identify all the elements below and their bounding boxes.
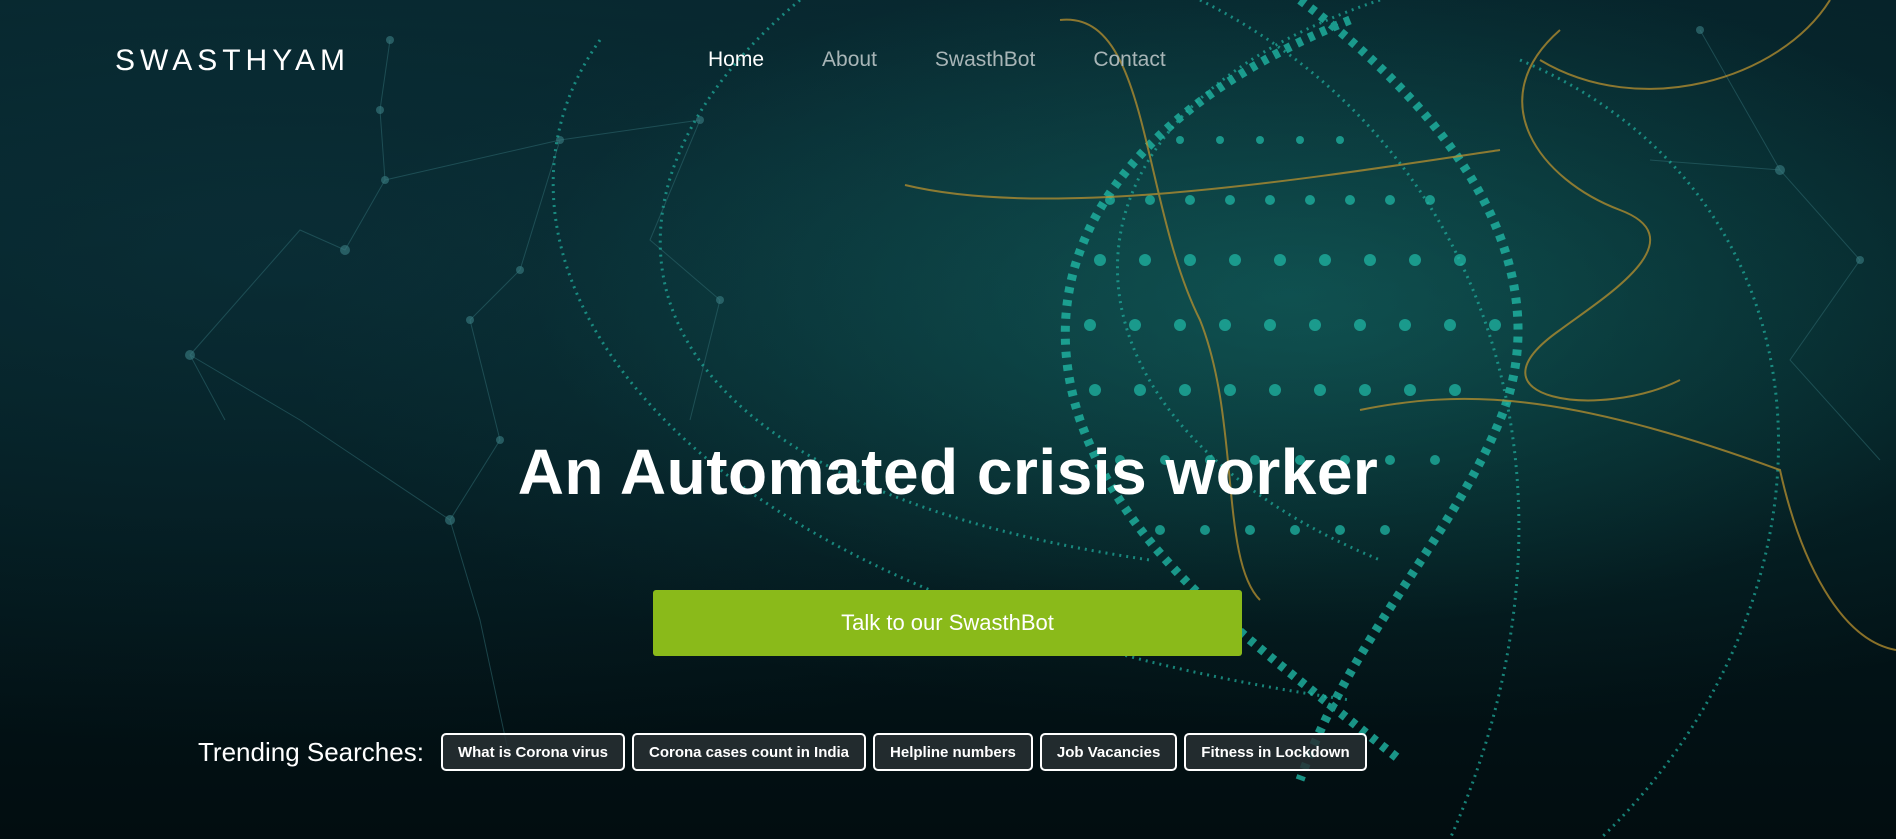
nav-item-contact[interactable]: Contact (1093, 48, 1165, 72)
trending-chip-helpline-numbers[interactable]: Helpline numbers (873, 733, 1033, 771)
site-logo[interactable]: SWASTHYAM (115, 44, 350, 78)
trending-chip-corona-cases-india[interactable]: Corona cases count in India (631, 733, 867, 771)
nav-item-swasthbot[interactable]: SwasthBot (935, 48, 1035, 72)
hero-page: SWASTHYAM Home About SwasthBot Contact A… (0, 0, 1896, 839)
dna-background-image (0, 0, 1896, 839)
talk-to-swasthbot-button[interactable]: Talk to our SwasthBot (653, 590, 1242, 656)
trending-searches: Trending Searches: What is Corona virus … (198, 733, 1374, 771)
main-nav: Home About SwasthBot Contact (708, 48, 1224, 72)
trending-chip-fitness-in-lockdown[interactable]: Fitness in Lockdown (1184, 733, 1367, 771)
nav-item-about[interactable]: About (822, 48, 877, 72)
trending-chip-job-vacancies[interactable]: Job Vacancies (1039, 733, 1178, 771)
trending-chip-what-is-corona-virus[interactable]: What is Corona virus (440, 733, 625, 771)
hero-title: An Automated crisis worker (517, 436, 1379, 508)
nav-item-home[interactable]: Home (708, 48, 764, 72)
trending-searches-label: Trending Searches: (198, 736, 424, 767)
